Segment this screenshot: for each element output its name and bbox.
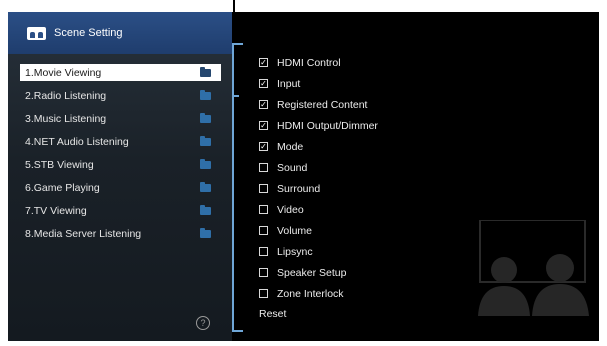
option-label: Input [277,77,301,90]
checkbox-icon[interactable]: ✓ [259,121,268,130]
option-surround[interactable]: Surround [259,178,378,199]
scene-item-media-server-listening[interactable]: 8.Media Server Listening [20,222,221,245]
option-registered-content[interactable]: ✓ Registered Content [259,94,378,115]
option-lipsync[interactable]: Lipsync [259,241,378,262]
scene-item-label: 8.Media Server Listening [25,227,142,240]
scene-item-label: 6.Game Playing [25,181,100,194]
option-volume[interactable]: Volume [259,220,378,241]
option-label: Volume [277,224,313,237]
scene-item-label: 4.NET Audio Listening [25,135,129,148]
option-list: ✓ HDMI Control ✓ Input ✓ Registered Cont… [259,52,378,304]
folder-icon [200,181,211,192]
checkbox-icon[interactable] [259,247,268,256]
folder-icon [200,227,211,238]
option-label: Sound [277,161,308,174]
option-sound[interactable]: Sound [259,157,378,178]
folder-icon [200,135,211,146]
audience-silhouette-icon [478,220,589,316]
reset-button[interactable]: Reset [259,308,286,320]
checkbox-icon[interactable] [259,268,268,277]
scene-item-radio-listening[interactable]: 2.Radio Listening [20,84,221,107]
help-icon[interactable]: ? [196,316,210,330]
checkbox-icon[interactable]: ✓ [259,58,268,67]
option-label: Speaker Setup [277,266,347,279]
callout-leader-tick [233,95,239,97]
option-label: HDMI Output/Dimmer [277,119,378,132]
folder-icon [200,204,211,215]
scene-item-label: 1.Movie Viewing [25,66,102,79]
checkbox-icon[interactable] [259,289,268,298]
option-label: Surround [277,182,321,195]
checkbox-icon[interactable] [259,226,268,235]
option-hdmi-output-dimmer[interactable]: ✓ HDMI Output/Dimmer [259,115,378,136]
folder-icon [200,158,211,169]
panel-title: Scene Setting [54,27,123,39]
scene-item-tv-viewing[interactable]: 7.TV Viewing [20,199,221,222]
checkbox-icon[interactable] [259,163,268,172]
option-label: Zone Interlock [277,287,344,300]
scene-item-label: 5.STB Viewing [25,158,94,171]
scene-list-panel: Scene Setting 1.Movie Viewing 2.Radio Li… [8,12,232,341]
panel-header: Scene Setting [8,12,232,54]
scene-item-label: 3.Music Listening [25,112,107,125]
checkbox-icon[interactable]: ✓ [259,100,268,109]
option-label: Video [277,203,304,216]
option-zone-interlock[interactable]: Zone Interlock [259,283,378,304]
scene-item-music-listening[interactable]: 3.Music Listening [20,107,221,130]
folder-icon [200,66,211,77]
scene-item-game-playing[interactable]: 6.Game Playing [20,176,221,199]
option-video[interactable]: Video [259,199,378,220]
option-input[interactable]: ✓ Input [259,73,378,94]
scene-options-panel: ✓ HDMI Control ✓ Input ✓ Registered Cont… [232,12,599,341]
checkbox-icon[interactable] [259,184,268,193]
scene-setting-screen: Scene Setting 1.Movie Viewing 2.Radio Li… [8,12,599,341]
scene-item-label: 7.TV Viewing [25,204,87,217]
scene-item-stb-viewing[interactable]: 5.STB Viewing [20,153,221,176]
scene-item-movie-viewing[interactable]: 1.Movie Viewing [20,64,221,81]
scene-item-label: 2.Radio Listening [25,89,107,102]
scene-list: 1.Movie Viewing 2.Radio Listening 3.Musi… [20,61,221,245]
option-label: HDMI Control [277,56,341,69]
scene-icon [27,26,46,40]
option-label: Mode [277,140,304,153]
checkbox-icon[interactable]: ✓ [259,142,268,151]
option-label: Registered Content [277,98,368,111]
scene-item-net-audio-listening[interactable]: 4.NET Audio Listening [20,130,221,153]
callout-bracket [232,43,243,332]
folder-icon [200,112,211,123]
checkbox-icon[interactable] [259,205,268,214]
option-speaker-setup[interactable]: Speaker Setup [259,262,378,283]
option-label: Lipsync [277,245,313,258]
checkbox-icon[interactable]: ✓ [259,79,268,88]
option-hdmi-control[interactable]: ✓ HDMI Control [259,52,378,73]
option-mode[interactable]: ✓ Mode [259,136,378,157]
folder-icon [200,89,211,100]
